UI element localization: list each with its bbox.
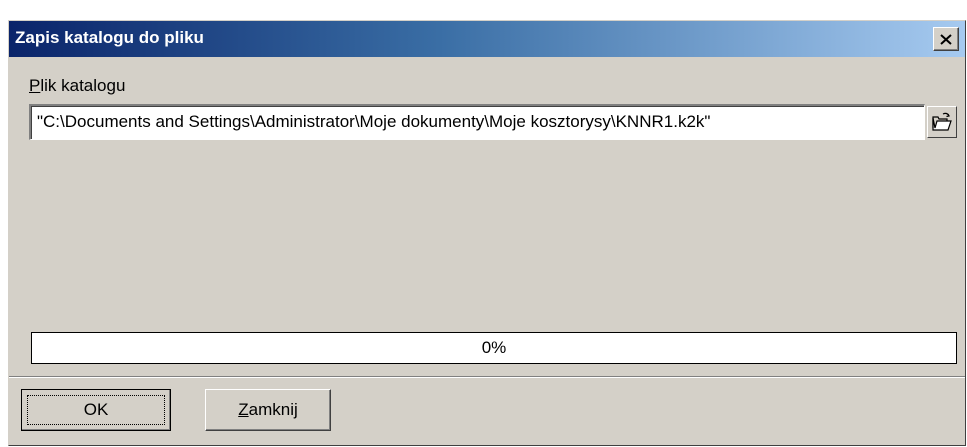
close-button-mnemonic: Z (238, 400, 249, 419)
close-dialog-button[interactable]: Zamknij (205, 389, 331, 431)
progress-text: 0% (481, 338, 507, 357)
ok-button[interactable]: OK (21, 389, 171, 431)
divider (9, 376, 965, 378)
window-title: Zapis katalogu do pliku (15, 28, 204, 47)
close-button[interactable] (933, 27, 959, 51)
close-button-label: amknij (248, 400, 298, 419)
progress-bar: 0% (31, 332, 957, 364)
close-icon (940, 33, 952, 45)
title-bar[interactable]: Zapis katalogu do pliku (9, 21, 965, 57)
file-path-input[interactable]: "C:\Documents and Settings\Administrator… (29, 104, 925, 140)
file-label-text: lik katalogu (40, 76, 126, 95)
file-label-mnemonic: P (29, 76, 41, 95)
open-folder-icon (932, 112, 952, 131)
file-label: Plik katalogu (29, 76, 125, 96)
dialog-window: Zapis katalogu do pliku Plik katalogu "C… (8, 20, 966, 446)
browse-button[interactable] (927, 106, 957, 138)
focus-ring (27, 395, 165, 425)
